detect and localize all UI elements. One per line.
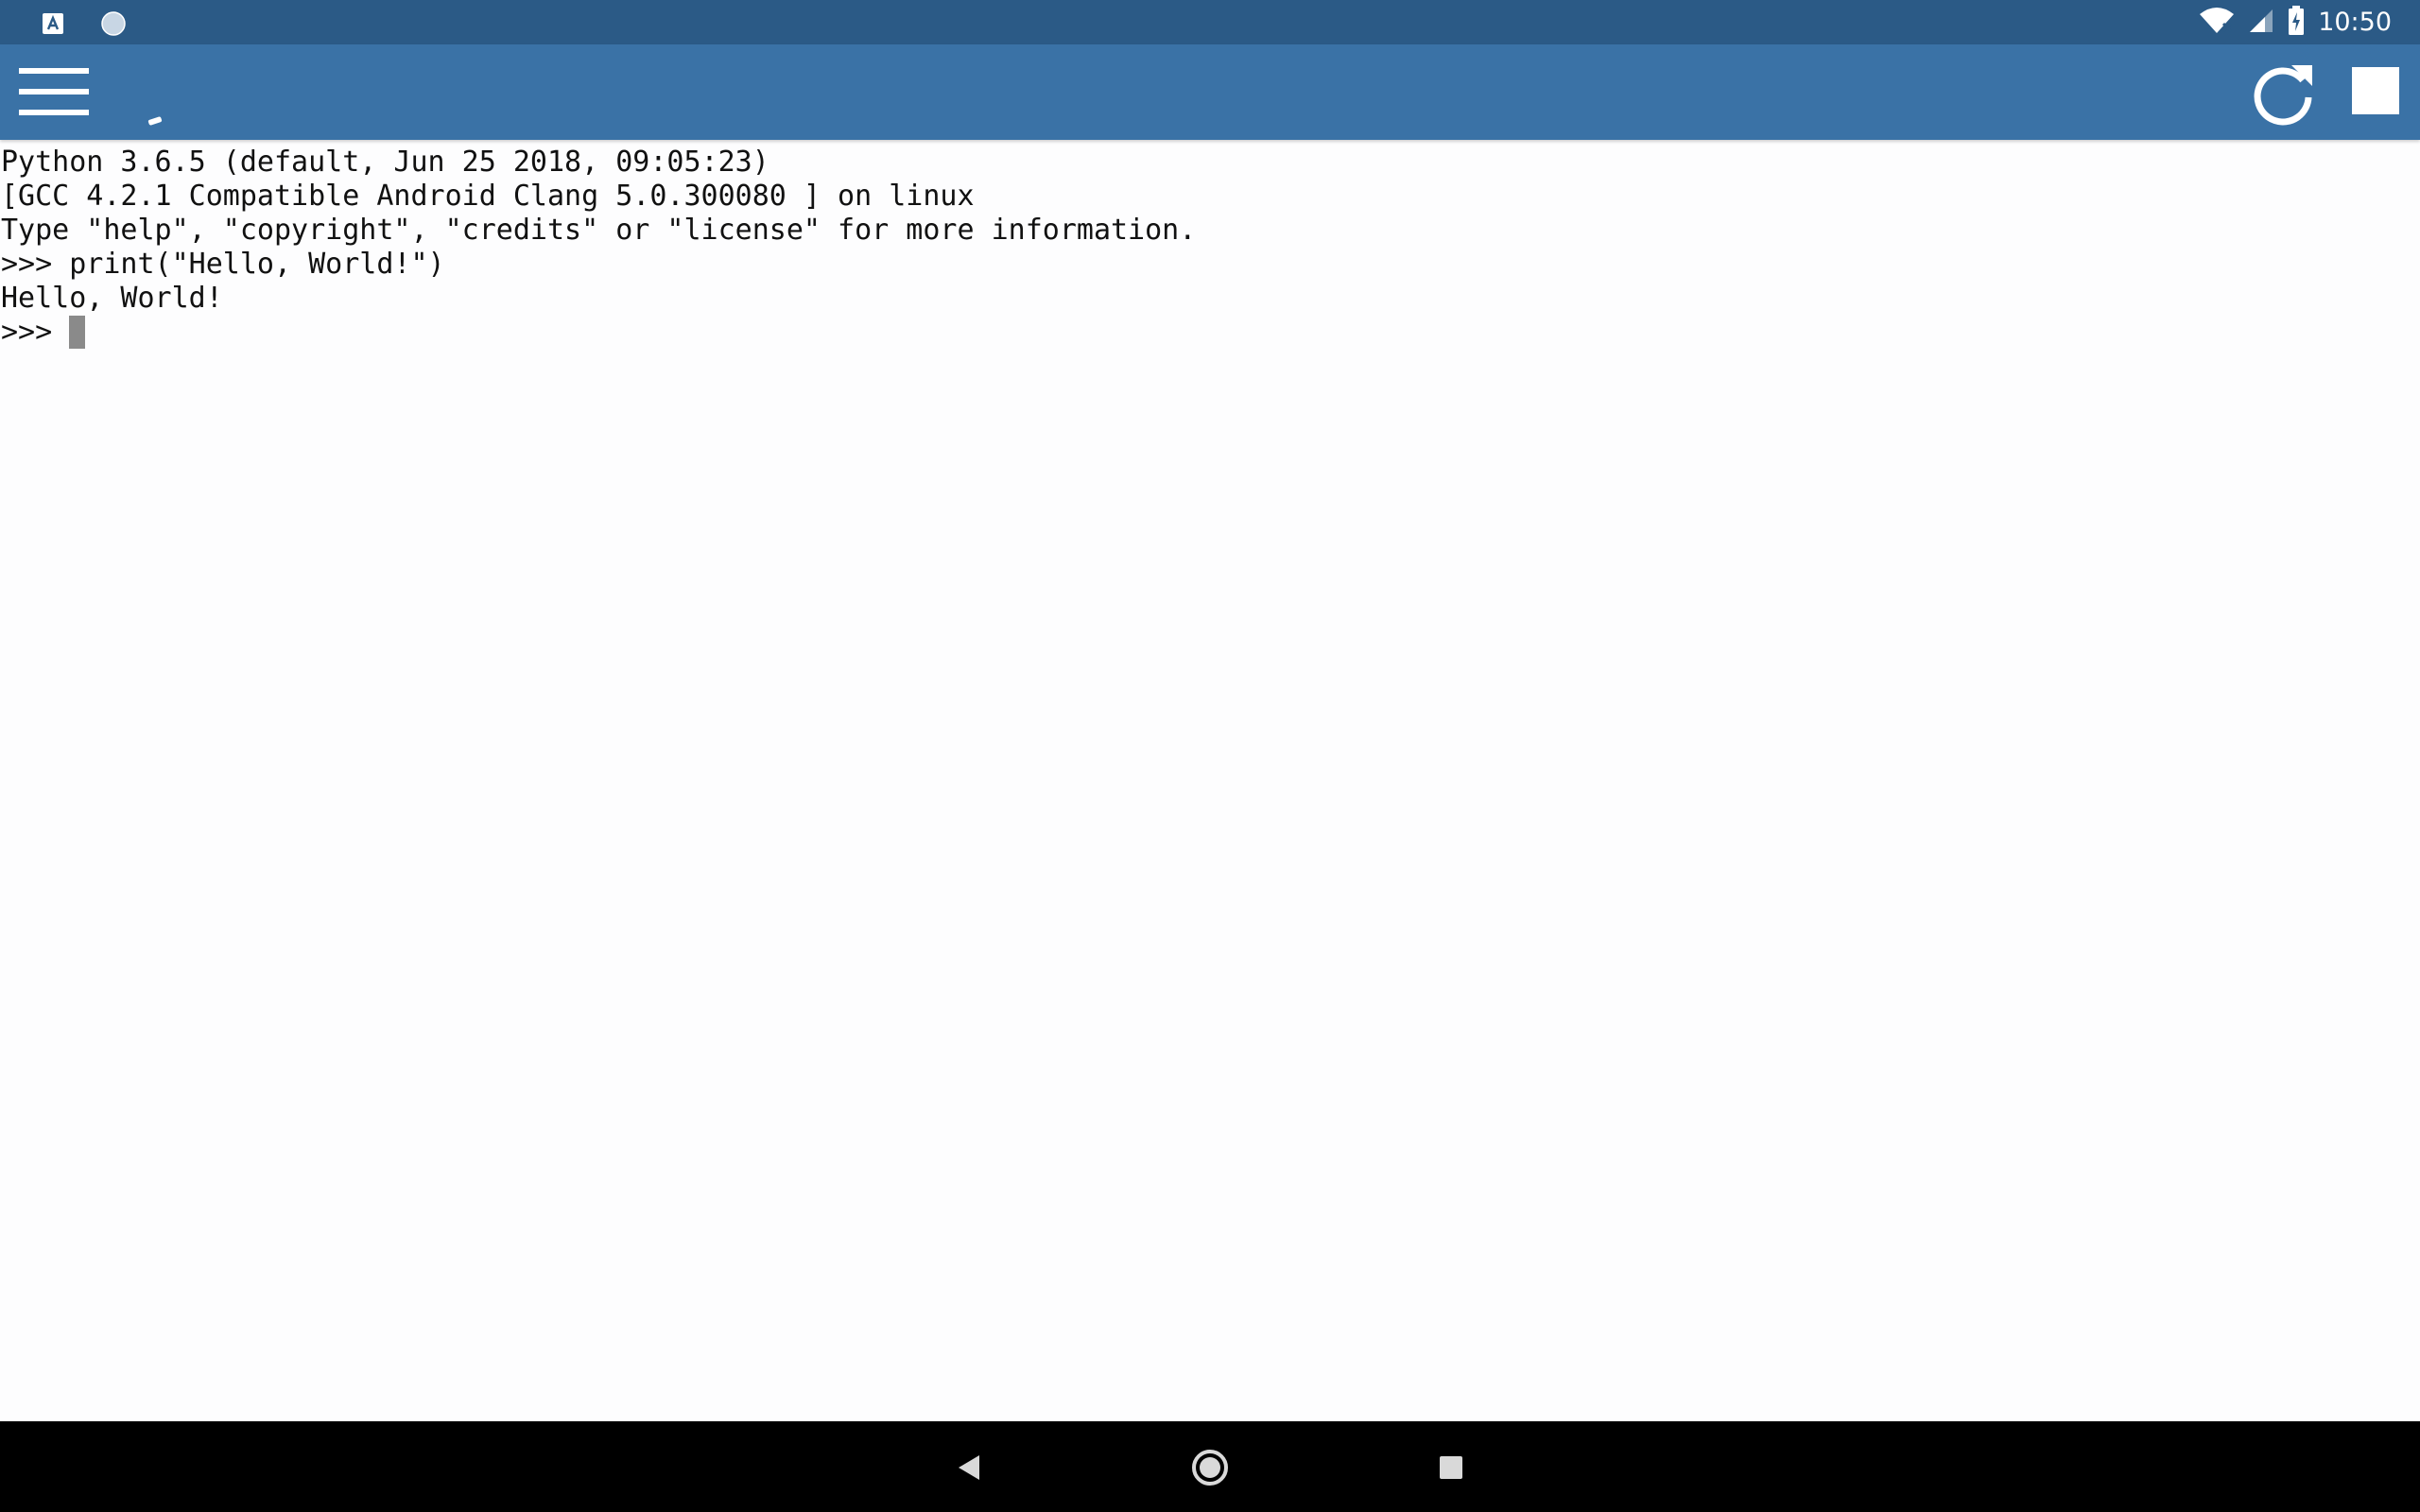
console-input-line: >>> print("Hello, World!"): [1, 248, 445, 281]
console-prompt-line[interactable]: >>>: [0, 316, 2420, 350]
system-icons: 10:50: [2199, 6, 2392, 40]
wifi-no-internet-icon: [2199, 7, 2235, 39]
title-placeholder-mark: [147, 115, 163, 127]
navigation-bar: [0, 1421, 2420, 1512]
battery-charging-icon: [2288, 6, 2305, 40]
status-bar: 10:50: [0, 0, 2420, 44]
notification-icons: [42, 10, 127, 41]
python-console[interactable]: Python 3.6.5 (default, Jun 25 2018, 09:0…: [0, 146, 2420, 1418]
console-output-line: Hello, World!: [1, 282, 223, 315]
back-icon[interactable]: [945, 1444, 993, 1491]
keyboard-a-icon: [42, 12, 64, 39]
status-clock: 10:50: [2318, 8, 2392, 37]
hamburger-menu-icon[interactable]: [19, 65, 89, 118]
circle-app-icon: [100, 10, 127, 41]
console-output-line: Type "help", "copyright", "credits" or "…: [1, 214, 1197, 247]
home-icon[interactable]: [1186, 1444, 1234, 1491]
console-output-line: Python 3.6.5 (default, Jun 25 2018, 09:0…: [1, 146, 769, 179]
refresh-icon[interactable]: [2248, 58, 2318, 128]
stop-icon[interactable]: [2350, 65, 2405, 120]
console-output-line: [GCC 4.2.1 Compatible Android Clang 5.0.…: [1, 180, 975, 213]
recents-icon[interactable]: [1427, 1444, 1475, 1491]
app-toolbar: [0, 44, 2420, 140]
cell-signal-icon: [2248, 8, 2274, 38]
text-cursor: [69, 316, 86, 349]
console-prompt: >>>: [1, 316, 53, 349]
